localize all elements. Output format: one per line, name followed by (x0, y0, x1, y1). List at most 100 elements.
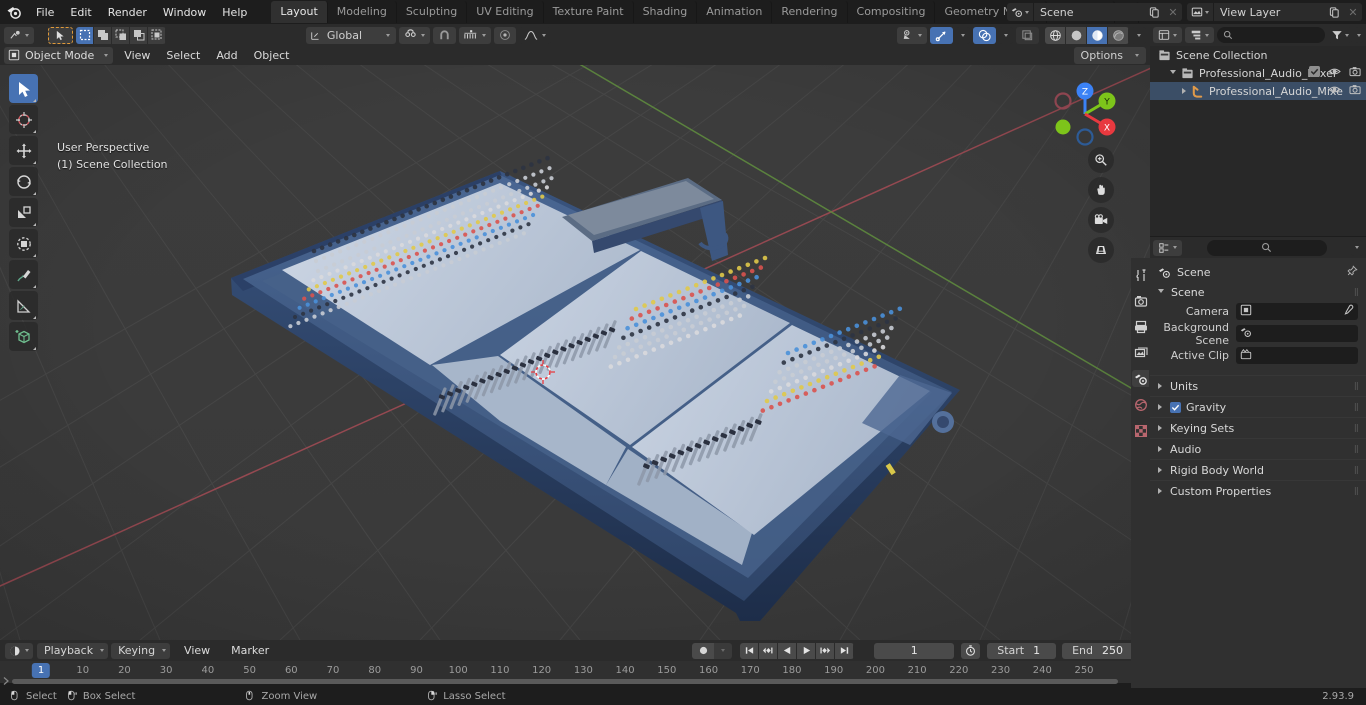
snap-to-dropdown[interactable] (399, 26, 430, 44)
texture-tab[interactable] (1132, 422, 1149, 439)
transport-controls[interactable] (740, 642, 855, 659)
timeline-menu-keying[interactable]: Keying (111, 642, 171, 659)
annotate-tool-button[interactable] (9, 260, 38, 289)
shading-dropdown[interactable] (1132, 26, 1146, 44)
end-frame-field[interactable]: End 250 (1062, 642, 1139, 659)
background-scene-field[interactable] (1236, 325, 1358, 342)
timeline-menu-playback[interactable]: Playback (37, 642, 109, 659)
overlays-dropdown[interactable] (999, 26, 1013, 44)
material-preview-shading-icon[interactable] (1087, 26, 1108, 44)
timeline-editor-type-icon[interactable] (5, 642, 33, 659)
workspace-tab-compositing[interactable]: Compositing (848, 1, 936, 23)
active-clip-field[interactable] (1236, 347, 1358, 364)
properties-editor-type-icon[interactable] (1153, 239, 1182, 256)
outliner-row[interactable]: Professional_Audio_Mixer (1150, 64, 1366, 82)
auto-keying-group[interactable] (692, 642, 733, 659)
menu-file[interactable]: File (28, 3, 62, 22)
eyedropper-icon[interactable] (1342, 304, 1354, 319)
render-visibility-icon[interactable] (1349, 84, 1362, 98)
timeline-menu-view[interactable]: View (177, 642, 217, 659)
measure-tool-button[interactable] (9, 291, 38, 320)
magnet-icon[interactable] (433, 26, 456, 44)
visibility-icon[interactable] (897, 26, 927, 44)
move-tool-button[interactable] (9, 136, 38, 165)
outliner[interactable]: Scene Collection Professional_Audio_Mixer… (1150, 46, 1366, 236)
shading-mode-group[interactable] (1045, 26, 1129, 44)
play-button[interactable] (797, 642, 817, 659)
view-layer-name[interactable]: View Layer (1214, 3, 1324, 21)
current-frame-field[interactable]: 1 (874, 642, 955, 659)
workspace-tab-shading[interactable]: Shading (634, 1, 698, 23)
chevron-right-icon[interactable] (1158, 383, 1162, 389)
proportional-edit-icon[interactable] (494, 26, 516, 44)
3d-viewport[interactable]: User Perspective (1) Scene Collection Z … (0, 65, 1150, 640)
stopwatch-icon[interactable] (961, 642, 981, 659)
scene-name[interactable]: Scene (1034, 3, 1144, 21)
panel-gravity[interactable]: Gravity ⣿ (1150, 396, 1366, 417)
outliner-editor-type-icon[interactable] (1153, 27, 1182, 43)
outliner-search-input[interactable] (1217, 27, 1325, 43)
rendered-shading-icon[interactable] (1108, 26, 1129, 44)
record-icon[interactable] (692, 642, 715, 659)
view-layer-icon[interactable] (1187, 3, 1214, 21)
solid-shading-icon[interactable] (1066, 26, 1087, 44)
render-visibility-icon[interactable] (1349, 66, 1362, 80)
rotate-tool-button[interactable] (9, 167, 38, 196)
viewport-menu-add[interactable]: Add (209, 47, 244, 64)
panel-custom-properties[interactable]: Custom Properties ⣿ (1150, 480, 1366, 501)
scene-panel-header[interactable]: Scene ⣿ (1150, 282, 1366, 302)
scene-tab[interactable] (1132, 370, 1149, 387)
delete-scene-button[interactable]: ✕ (1164, 3, 1182, 21)
chevron-down-icon[interactable] (1170, 69, 1176, 77)
tool-tab[interactable] (1132, 266, 1149, 283)
visibility-eye-icon[interactable] (1328, 66, 1341, 80)
navigation-gizmo[interactable]: Z Y X (1045, 74, 1125, 154)
ortho-persp-icon[interactable] (1088, 237, 1114, 263)
menu-window[interactable]: Window (155, 3, 214, 22)
collection-checkbox[interactable] (1309, 66, 1320, 80)
snap-element-dropdown[interactable] (459, 26, 491, 44)
zoom-icon[interactable] (1088, 147, 1114, 173)
output-tab[interactable] (1132, 318, 1149, 335)
gizmo-dropdown[interactable] (956, 26, 970, 44)
timeline-menu-marker[interactable]: Marker (224, 642, 276, 659)
tweak-tool-button[interactable] (9, 74, 38, 103)
viewport-menu-view[interactable]: View (117, 47, 157, 64)
menu-render[interactable]: Render (100, 3, 155, 22)
workspace-tab-rendering[interactable]: Rendering (772, 1, 848, 23)
chevron-right-icon[interactable] (1158, 425, 1162, 431)
editor-type-icon[interactable] (4, 26, 34, 44)
chevron-right-icon[interactable] (1158, 404, 1162, 410)
panel-units[interactable]: Units ⣿ (1150, 375, 1366, 396)
tweak-tool-button[interactable] (48, 26, 73, 44)
camera-field[interactable] (1236, 303, 1358, 320)
transform-tool-button[interactable] (9, 229, 38, 258)
overlays-icon[interactable] (973, 26, 996, 44)
chevron-right-icon[interactable] (1158, 467, 1162, 473)
render-tab[interactable] (1132, 292, 1149, 309)
scale-tool-button[interactable] (9, 198, 38, 227)
start-frame-field[interactable]: Start 1 (987, 642, 1057, 659)
intersect-select-icon[interactable] (148, 26, 166, 44)
outliner-row[interactable]: Scene Collection (1150, 46, 1366, 64)
playhead[interactable]: 1 (31, 663, 51, 678)
outliner-display-mode-dropdown[interactable] (1185, 27, 1214, 43)
object-mode-dropdown[interactable]: Object Mode (4, 46, 114, 64)
viewport-menu-object[interactable]: Object (247, 47, 297, 64)
visibility-eye-icon[interactable] (1328, 84, 1341, 98)
workspace-tab-uv-editing[interactable]: UV Editing (467, 1, 544, 23)
workspace-tab-animation[interactable]: Animation (697, 1, 773, 23)
subtract-select-icon[interactable] (112, 26, 130, 44)
auto-keying-dropdown[interactable] (714, 642, 733, 659)
workspace-tab-modeling[interactable]: Modeling (328, 1, 397, 23)
world-tab[interactable] (1132, 396, 1149, 413)
chevron-right-icon[interactable] (1158, 446, 1162, 452)
scene-icon[interactable] (1007, 3, 1034, 21)
menu-help[interactable]: Help (214, 3, 255, 22)
menu-edit[interactable]: Edit (62, 3, 99, 22)
new-scene-button[interactable] (1144, 3, 1164, 21)
outliner-row[interactable]: Professional_Audio_Mixe (1150, 82, 1366, 100)
scene-selector[interactable]: Scene ✕ (1007, 3, 1182, 21)
properties-options-dropdown[interactable] (1351, 239, 1363, 256)
jump-to-prev-keyframe-button[interactable] (759, 642, 779, 659)
